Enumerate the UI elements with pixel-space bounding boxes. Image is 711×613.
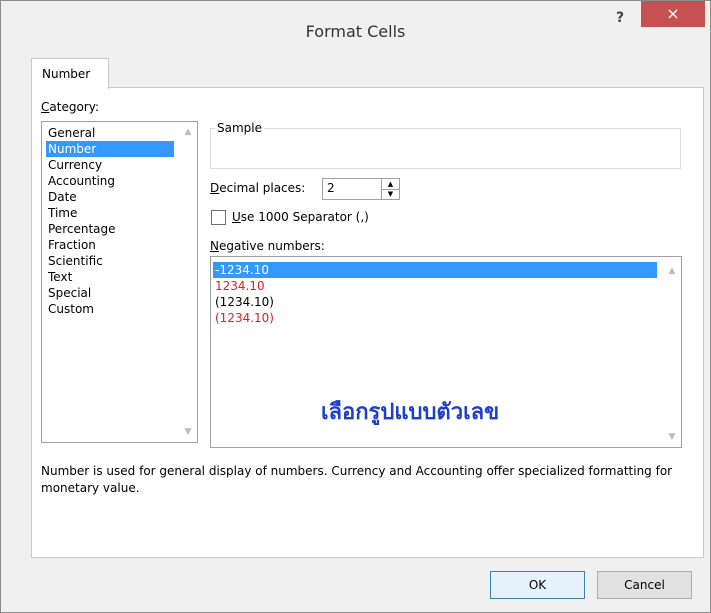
use-1000-separator-label-text: se 1000 Separator (,) bbox=[240, 210, 369, 224]
negative-scroll-down-icon[interactable]: ▼ bbox=[665, 430, 679, 444]
category-item-general[interactable]: General bbox=[46, 125, 97, 141]
category-scroll-down-icon[interactable]: ▼ bbox=[181, 425, 195, 439]
spinner-down-icon[interactable]: ▼ bbox=[382, 189, 399, 199]
format-cells-dialog: Format Cells ? × Number Category: Genera… bbox=[0, 0, 711, 613]
category-list[interactable]: General Number Currency Accounting Date … bbox=[41, 121, 198, 443]
category-label-text: ategory: bbox=[49, 100, 99, 114]
spinner-buttons: ▲ ▼ bbox=[381, 179, 399, 199]
tab-number-label: Number bbox=[42, 67, 91, 81]
help-button[interactable]: ? bbox=[607, 7, 633, 29]
negative-scroll-up-icon[interactable]: ▲ bbox=[665, 264, 679, 278]
category-item-time[interactable]: Time bbox=[46, 205, 79, 221]
sample-label: Sample bbox=[215, 121, 264, 135]
category-item-accounting[interactable]: Accounting bbox=[46, 173, 117, 189]
tab-number[interactable]: Number bbox=[31, 58, 109, 89]
category-scroll-up-icon[interactable]: ▲ bbox=[181, 125, 195, 139]
negative-format-item[interactable]: -1234.10 bbox=[213, 262, 657, 278]
decimal-places-spinner[interactable]: 2 ▲ ▼ bbox=[322, 178, 400, 200]
category-item-number[interactable]: Number bbox=[46, 141, 174, 157]
negative-numbers-label: Negative numbers: bbox=[210, 239, 325, 253]
decimal-places-label-text: ecimal places: bbox=[219, 181, 306, 195]
negative-format-item[interactable]: (1234.10) bbox=[213, 310, 276, 326]
negative-numbers-label-text: egative numbers: bbox=[218, 239, 325, 253]
category-item-currency[interactable]: Currency bbox=[46, 157, 104, 173]
use-1000-separator-label: Use 1000 Separator (,) bbox=[232, 210, 369, 224]
use-1000-separator-checkbox[interactable] bbox=[211, 210, 226, 225]
cancel-button[interactable]: Cancel bbox=[597, 571, 692, 599]
decimal-places-value[interactable]: 2 bbox=[327, 181, 335, 195]
category-label: Category: bbox=[41, 100, 99, 114]
close-button[interactable]: × bbox=[641, 1, 705, 27]
title-bar: Format Cells ? × bbox=[1, 1, 710, 47]
category-item-scientific[interactable]: Scientific bbox=[46, 253, 105, 269]
category-item-fraction[interactable]: Fraction bbox=[46, 237, 98, 253]
thai-annotation: เลือกรูปแบบตัวเลข bbox=[321, 399, 500, 425]
dialog-title: Format Cells bbox=[305, 22, 406, 41]
category-item-date[interactable]: Date bbox=[46, 189, 79, 205]
format-description: Number is used for general display of nu… bbox=[41, 464, 673, 495]
ok-button[interactable]: OK bbox=[490, 571, 585, 599]
sample-box bbox=[210, 128, 681, 169]
category-item-custom[interactable]: Custom bbox=[46, 301, 96, 317]
decimal-places-label: Decimal places: bbox=[210, 181, 306, 195]
negative-format-item[interactable]: (1234.10) bbox=[213, 294, 276, 310]
category-item-text[interactable]: Text bbox=[46, 269, 74, 285]
category-item-percentage[interactable]: Percentage bbox=[46, 221, 118, 237]
negative-format-item[interactable]: 1234.10 bbox=[213, 278, 267, 294]
category-item-special[interactable]: Special bbox=[46, 285, 93, 301]
